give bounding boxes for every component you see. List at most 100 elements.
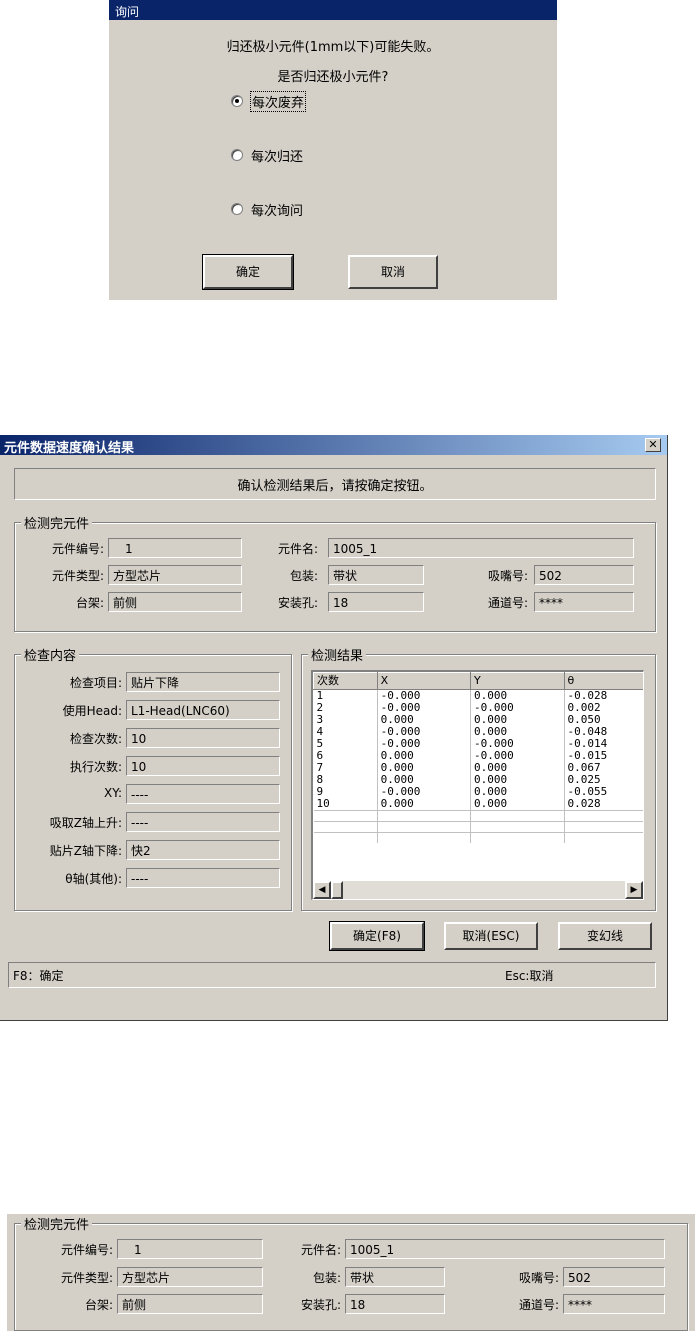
channel-label: 通道号: bbox=[518, 1298, 559, 1312]
package-label: 包装: bbox=[289, 569, 318, 583]
dialog-title-bar: 询问 bbox=[109, 0, 557, 20]
component-type-label: 元件类型: bbox=[60, 1271, 113, 1285]
package-label: 包装: bbox=[312, 1271, 341, 1285]
nozzle-field: 502 bbox=[534, 565, 634, 585]
table-row[interactable]: 10 0.000 0.000 0.028 bbox=[313, 798, 643, 811]
component-group-crop: 检测完元件 元件编号: 1 元件名: 1005_1 元件类型: 方型芯片 包装:… bbox=[7, 1214, 695, 1331]
horizontal-scrollbar[interactable]: ◀ ▶ bbox=[313, 881, 643, 899]
nozzle-label: 吸嘴号: bbox=[487, 569, 528, 583]
phantom-line-button[interactable]: 变幻线 bbox=[558, 922, 652, 950]
column-header[interactable]: 次数 bbox=[313, 672, 378, 690]
column-header[interactable]: Y bbox=[470, 672, 565, 690]
package-field: 带状 bbox=[328, 565, 424, 585]
stage-field: 前侧 bbox=[108, 592, 242, 612]
hole-field: 18 bbox=[345, 1294, 445, 1314]
stage-label: 台架: bbox=[75, 596, 104, 610]
cell: 0.028 bbox=[564, 798, 643, 811]
scroll-left-icon[interactable]: ◀ bbox=[313, 881, 331, 899]
cancel-button[interactable]: 取消 bbox=[348, 255, 438, 289]
check-group-title: 检查内容 bbox=[21, 645, 80, 664]
status-right: Esc:取消 bbox=[505, 969, 554, 983]
table-row-empty bbox=[313, 810, 643, 822]
result-dialog: 元件数据速度确认结果 ✕ 确认检测结果后，请按确定按钮。 检测完元件 元件编号:… bbox=[0, 435, 668, 1021]
option-label: 每次废弃 bbox=[249, 91, 307, 112]
results-table-container[interactable]: 次数 X Y θ 1 -0.000 0.000 -0.028 2 -0.000 -0.00… bbox=[311, 670, 644, 900]
scroll-right-icon[interactable]: ▶ bbox=[625, 881, 643, 899]
exec-count-label: 执行次数: bbox=[69, 760, 122, 774]
close-icon[interactable]: ✕ bbox=[645, 438, 661, 452]
status-left: F8：确定 bbox=[13, 969, 64, 983]
component-name-field: 1005_1 bbox=[328, 538, 634, 558]
component-name-field: 1005_1 bbox=[345, 1239, 665, 1259]
option-discard[interactable]: 每次废弃 bbox=[231, 91, 351, 112]
nozzle-label: 吸嘴号: bbox=[518, 1271, 559, 1285]
cell: 5 bbox=[313, 738, 378, 750]
option-return[interactable]: 每次归还 bbox=[231, 146, 351, 165]
pick-z-label: 吸取Z轴上升: bbox=[49, 816, 122, 830]
component-name-label: 元件名: bbox=[277, 542, 318, 556]
component-type-label: 元件类型: bbox=[51, 569, 104, 583]
hole-label: 安装孔: bbox=[300, 1298, 341, 1312]
xy-label: XY: bbox=[104, 786, 122, 800]
cancel-button[interactable]: 取消(ESC) bbox=[444, 922, 538, 950]
result-group-title: 检测结果 bbox=[308, 645, 367, 664]
stage-label: 台架: bbox=[84, 1298, 113, 1312]
channel-field: **** bbox=[563, 1294, 665, 1314]
channel-label: 通道号: bbox=[487, 596, 528, 610]
instruction-box: 确认检测结果后，请按确定按钮。 bbox=[14, 468, 656, 500]
option-label: 每次询问 bbox=[251, 204, 304, 219]
cell: 4 bbox=[313, 726, 378, 738]
pick-z-field: ---- bbox=[126, 812, 280, 832]
status-bar: F8：确定 Esc:取消 bbox=[8, 962, 656, 988]
dialog-title-bar: 元件数据速度确认结果 ✕ bbox=[0, 435, 667, 456]
radio-checked-icon[interactable] bbox=[231, 95, 243, 107]
column-header[interactable]: X bbox=[376, 672, 472, 690]
check-item-label: 检查项目: bbox=[69, 676, 122, 690]
xy-field: ---- bbox=[126, 784, 280, 804]
cell: 1 bbox=[313, 689, 378, 702]
component-type-field: 方型芯片 bbox=[108, 565, 242, 585]
message-line-2: 是否归还极小元件? bbox=[277, 70, 389, 85]
theta-field: ---- bbox=[126, 868, 280, 888]
results-table: 次数 X Y θ 1 -0.000 0.000 -0.028 2 -0.000 -0.00… bbox=[313, 672, 643, 843]
component-type-field: 方型芯片 bbox=[117, 1267, 263, 1287]
scroll-thumb[interactable] bbox=[331, 881, 343, 899]
radio-icon[interactable] bbox=[231, 149, 243, 161]
table-row-empty bbox=[313, 821, 643, 833]
message-line-1: 归还极小元件(1mm以下)可能失败。 bbox=[226, 40, 440, 55]
radio-icon[interactable] bbox=[231, 203, 243, 215]
dialog-title: 询问 bbox=[115, 5, 140, 19]
cell: 0.000 bbox=[377, 798, 472, 811]
component-no-label: 元件编号: bbox=[60, 1243, 113, 1257]
check-count-label: 检查次数: bbox=[69, 732, 122, 746]
cell: 6 bbox=[313, 750, 378, 762]
hole-field: 18 bbox=[328, 592, 424, 612]
table-row-empty bbox=[313, 832, 643, 843]
cell: 3 bbox=[313, 714, 378, 726]
component-no-label: 元件编号: bbox=[51, 542, 104, 556]
cell: 7 bbox=[313, 762, 378, 774]
column-header[interactable]: θ bbox=[563, 672, 643, 690]
hole-label: 安装孔: bbox=[277, 596, 318, 610]
nozzle-field: 502 bbox=[563, 1267, 665, 1287]
confirm-dialog: 询问 归还极小元件(1mm以下)可能失败。 是否归还极小元件? 每次废弃 每次归… bbox=[109, 0, 557, 300]
component-no-field: 1 bbox=[117, 1239, 263, 1259]
option-label: 每次归还 bbox=[251, 150, 304, 165]
cell: 0.000 bbox=[470, 798, 565, 811]
ok-button[interactable]: 确定 bbox=[202, 254, 294, 290]
head-label: 使用Head: bbox=[62, 704, 122, 718]
cell: 8 bbox=[313, 774, 378, 786]
check-item-field: 贴片下降 bbox=[126, 672, 280, 692]
check-count-field: 10 bbox=[126, 728, 280, 748]
place-z-field: 快2 bbox=[126, 840, 280, 860]
component-name-label: 元件名: bbox=[300, 1243, 341, 1257]
theta-label: θ轴(其他): bbox=[65, 872, 122, 886]
component-group-title: 检测完元件 bbox=[21, 513, 93, 532]
stage-field: 前侧 bbox=[117, 1294, 263, 1314]
cell: 2 bbox=[313, 702, 378, 714]
ok-button[interactable]: 确定(F8) bbox=[329, 921, 425, 951]
option-ask[interactable]: 每次询问 bbox=[231, 200, 351, 219]
package-field: 带状 bbox=[345, 1267, 445, 1287]
place-z-label: 贴片Z轴下降: bbox=[49, 844, 122, 858]
head-field: L1-Head(LNC60) bbox=[126, 700, 280, 720]
